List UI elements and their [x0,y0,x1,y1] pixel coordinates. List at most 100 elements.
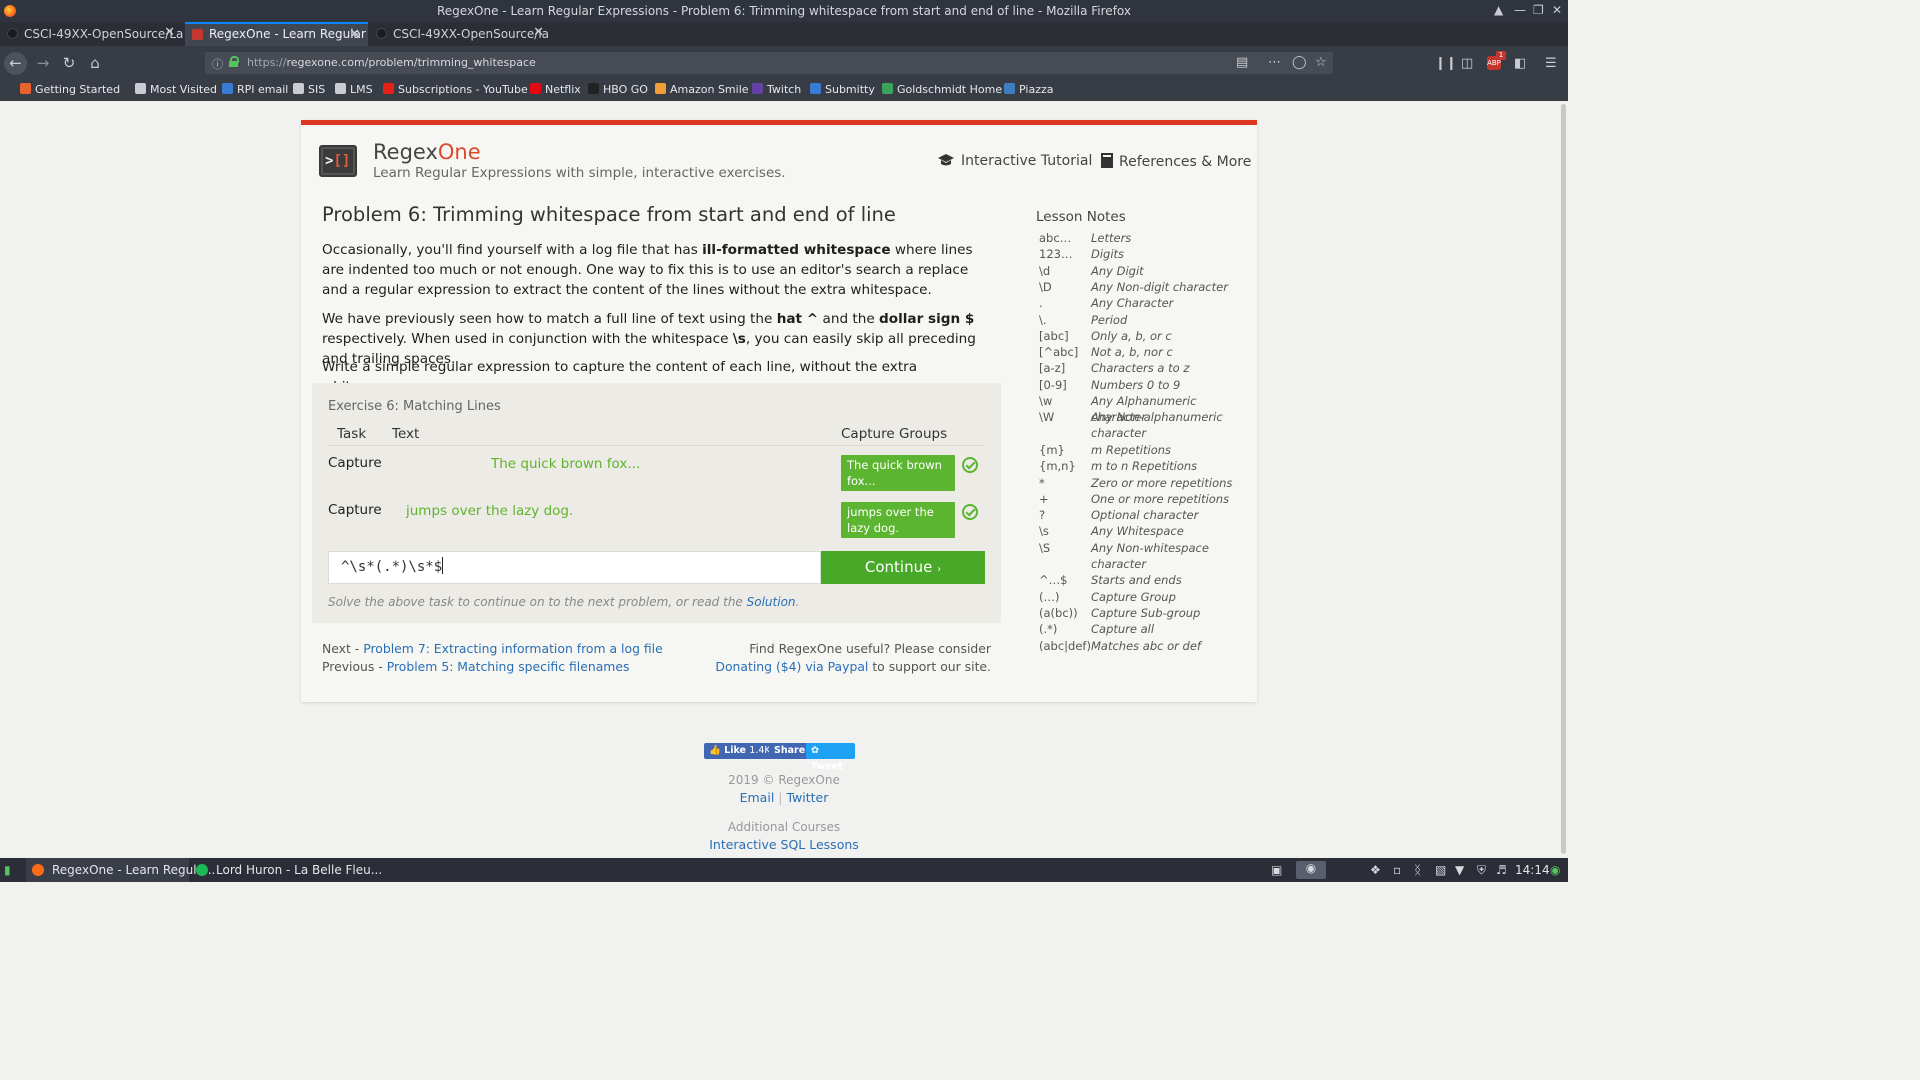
bookmark-piazza[interactable]: Piazza [1004,83,1053,96]
support-line: Find RegexOne useful? Please consider [749,641,991,656]
close-tab-icon[interactable]: ✕ [164,25,175,40]
lesson-note-key: (.*) [1039,622,1058,637]
continue-button[interactable]: Continue › [821,551,985,584]
column-header-capture-groups: Capture Groups [841,426,948,442]
container-icon[interactable]: ◧ [1514,56,1526,71]
tray-firefox-icon[interactable]: ◉ [1296,861,1326,879]
tab-regexone[interactable]: RegexOne - Learn Regular ✕ [185,22,368,46]
email-link[interactable]: Email [740,790,775,805]
row-2-check-icon [962,504,978,520]
bookmark-submitty[interactable]: Submitty [810,83,875,96]
home-button[interactable]: ⌂ [84,53,106,75]
row-1-capture-group: The quick brown fox... [841,455,955,491]
adblock-count-badge: 1 [1496,51,1506,60]
notification-icon[interactable]: ◉ [1550,863,1560,877]
bookmark-netflix[interactable]: Netflix [530,83,581,96]
taskbar-item-firefox[interactable]: RegexOne - Learn Regula... [26,858,215,882]
lesson-note-key: [abc] [1039,328,1069,343]
window-icon[interactable]: ▣ [1271,863,1282,877]
bookmark-star-icon[interactable]: ☆ [1315,55,1327,70]
url-text[interactable]: https://regexone.com/problem/trimming_wh… [247,56,536,69]
bookmark-twitch[interactable]: Twitch [752,83,801,96]
volume-icon[interactable]: ♬ [1496,863,1507,877]
lms-icon [335,83,346,94]
bookmarks-toolbar: Getting Started Most Visited RPI email SIS L… [0,80,1568,101]
brand-accent: One [437,140,481,164]
lesson-note-value: Any Whitespace [1091,524,1184,539]
reader-view-icon[interactable]: ▤ [1236,55,1248,70]
solution-link[interactable]: Solution [747,595,796,609]
back-button[interactable]: ← [4,52,27,75]
nav-interactive-tutorial[interactable]: Interactive Tutorial [937,153,1092,169]
facebook-share-button[interactable]: Share [769,743,811,759]
sql-lessons-link[interactable]: Interactive SQL Lessons [0,837,1568,852]
bookmark-most-visited[interactable]: Most Visited [135,83,217,96]
close-window-button[interactable]: ✕ [1552,3,1562,17]
bookmark-lms[interactable]: LMS [335,83,373,96]
graduation-cap-icon [938,154,954,166]
forward-button[interactable]: → [32,53,54,75]
page-actions-icon[interactable]: ⋯ [1268,55,1281,70]
close-tab-icon[interactable]: ✕ [349,27,360,42]
bookmark-subscriptions-youtube[interactable]: Subscriptions - YouTube [383,83,528,96]
bookmark-sis[interactable]: SIS [293,83,325,96]
footer-links: Email | Twitter [739,790,829,805]
bookmark-hbo-go[interactable]: HBO GO [588,83,648,96]
url-bar[interactable]: ⓘ https://regexone.com/problem/trimming_… [205,52,1333,74]
app-menu-icon[interactable]: ▮ [4,858,18,882]
bookmark-amazon-smile[interactable]: Amazon Smile [655,83,749,96]
row-2-text: jumps over the lazy dog. [406,503,574,519]
donate-link[interactable]: Donating ($4) via Paypal [715,659,868,674]
facebook-like-button[interactable]: 👍 Like 1.4K [704,743,776,759]
site-brand[interactable]: RegexOne [373,140,481,164]
github-icon [7,28,18,39]
scrollbar-thumb[interactable] [1561,104,1566,854]
lesson-note-key: \. [1039,312,1047,327]
bookmark-label: Goldschmidt Home [897,83,1003,96]
exercise-hint: Solve the above task to continue on to t… [328,595,800,609]
tab-csci-2[interactable]: CSCI-49XX-OpenSource/la ✕ [369,22,552,46]
tab-csci-1[interactable]: CSCI-49XX-OpenSource/La ✕ [0,22,183,46]
battery-icon[interactable]: ▧ [1435,863,1446,877]
twitter-link[interactable]: Twitter [786,790,828,805]
previous-problem-link[interactable]: Problem 5: Matching specific filenames [387,659,630,674]
bluetooth-icon[interactable]: ᛝ [1414,863,1421,877]
continue-label: Continue [864,558,933,576]
bookmark-getting-started[interactable]: Getting Started [20,83,120,96]
minimize-button[interactable]: — [1514,3,1526,17]
taskbar-item-spotify[interactable]: Lord Huron - La Belle Fleu... [194,858,382,882]
clipboard-icon[interactable]: ▫ [1393,863,1401,877]
bookmark-label: Twitch [767,83,802,96]
hamburger-menu-icon[interactable]: ☰ [1545,56,1557,71]
exercise-title: Exercise 6: Matching Lines [328,399,501,414]
globe-icon [222,83,233,94]
shield-icon[interactable]: ⛨ [1477,863,1486,878]
maximize-button[interactable]: ❐ [1533,3,1544,17]
donate-line: Donating ($4) via Paypal to support our … [715,659,991,674]
sidebar-icon[interactable]: ◫ [1461,56,1473,71]
bookmark-rpi-email[interactable]: RPI email [222,83,288,96]
wifi-icon[interactable]: ▼ [1455,863,1464,877]
info-icon[interactable]: ⓘ [212,56,223,72]
nav-references[interactable]: References & More [1101,153,1251,170]
dropbox-icon[interactable]: ❖ [1370,863,1381,877]
tweet-button[interactable]: ✿ Tweet [806,743,855,772]
library-icon[interactable]: ❙❙ [1435,56,1457,71]
next-problem-link[interactable]: Problem 7: Extracting information from a… [363,641,663,656]
close-tab-icon[interactable]: ✕ [533,25,544,40]
minimize-up-icon[interactable]: ▲ [1494,3,1503,17]
submitty-icon [810,83,821,94]
lesson-note-value: Any Character [1091,296,1174,311]
lesson-notes-title: Lesson Notes [1036,209,1126,225]
piazza-icon [1004,83,1015,94]
lesson-note-value: m Repetitions [1091,442,1172,457]
regexone-logo-icon[interactable]: >[] [319,145,357,177]
lock-icon[interactable] [229,56,239,67]
url-host-path: regexone.com/problem/trimming_whitespace [286,56,536,69]
regex-input[interactable]: ^\s*(.*)\s*$ [328,551,821,584]
lesson-note-key: [^abc] [1039,345,1079,360]
pocket-icon[interactable]: ◯ [1292,55,1307,70]
lesson-note-value: Matches abc or def [1091,638,1201,653]
reload-button[interactable]: ↻ [58,53,80,75]
bookmark-goldschmidt-home[interactable]: Goldschmidt Home [882,83,1002,96]
